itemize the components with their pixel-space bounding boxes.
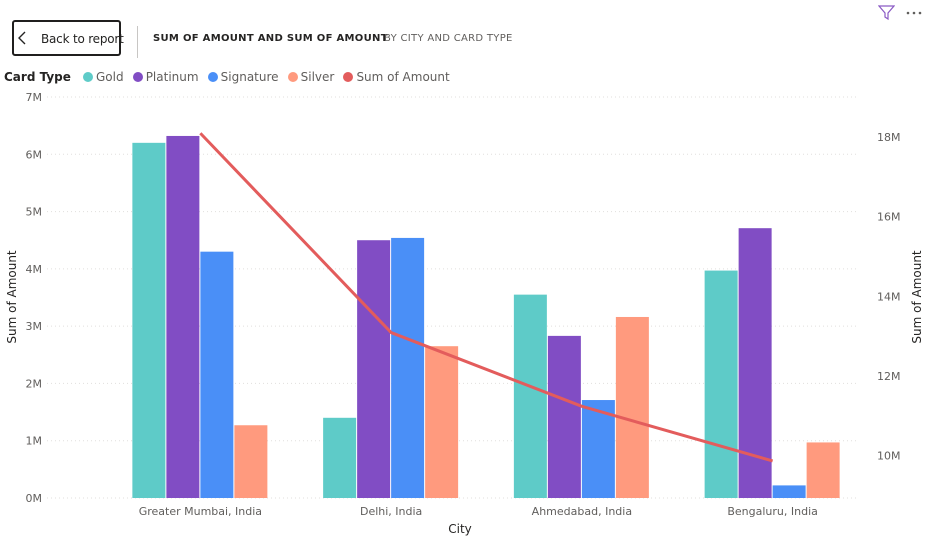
bar: [234, 425, 268, 498]
y2-axis-title: Sum of Amount: [910, 250, 924, 344]
y2-tick-label: 10M: [877, 450, 901, 463]
y-tick-label: 5M: [26, 206, 43, 219]
bar: [615, 316, 649, 498]
y-tick-label: 3M: [26, 320, 43, 333]
bar: [391, 237, 425, 498]
y2-tick-label: 18M: [877, 131, 901, 144]
bar: [704, 270, 738, 498]
x-tick-label: Delhi, India: [360, 505, 422, 518]
y-tick-label: 4M: [26, 263, 43, 276]
y2-tick-label: 14M: [877, 290, 901, 303]
x-axis-title: City: [448, 522, 472, 536]
x-tick-label: Bengaluru, India: [727, 505, 818, 518]
x-tick-label: Greater Mumbai, India: [139, 505, 262, 518]
bar: [738, 228, 772, 499]
combo-chart: 0M 1M 2M 3M 4M 5M 6M 7M 10M 12M 14M 16M 18M Greater M…: [5, 91, 924, 536]
y2-tick-label: 12M: [877, 370, 901, 383]
bar: [806, 442, 840, 498]
y-axis-title: Sum of Amount: [5, 250, 19, 344]
y-tick-label: 0M: [26, 492, 43, 505]
y2-tick-label: 16M: [877, 211, 901, 224]
bar: [357, 240, 391, 498]
bar: [166, 135, 200, 498]
y-tick-label: 6M: [26, 148, 43, 161]
bar: [425, 346, 459, 498]
line-series: [199, 132, 774, 463]
bar: [132, 142, 166, 499]
y-tick-label: 7M: [26, 91, 43, 104]
y-tick-label: 2M: [26, 377, 43, 390]
bar: [547, 335, 581, 498]
x-tick-label: Ahmedabad, India: [532, 505, 632, 518]
y-tick-label: 1M: [26, 435, 43, 448]
bar: [513, 294, 547, 498]
bar: [200, 251, 234, 498]
bar: [323, 417, 357, 498]
bar: [772, 485, 806, 498]
